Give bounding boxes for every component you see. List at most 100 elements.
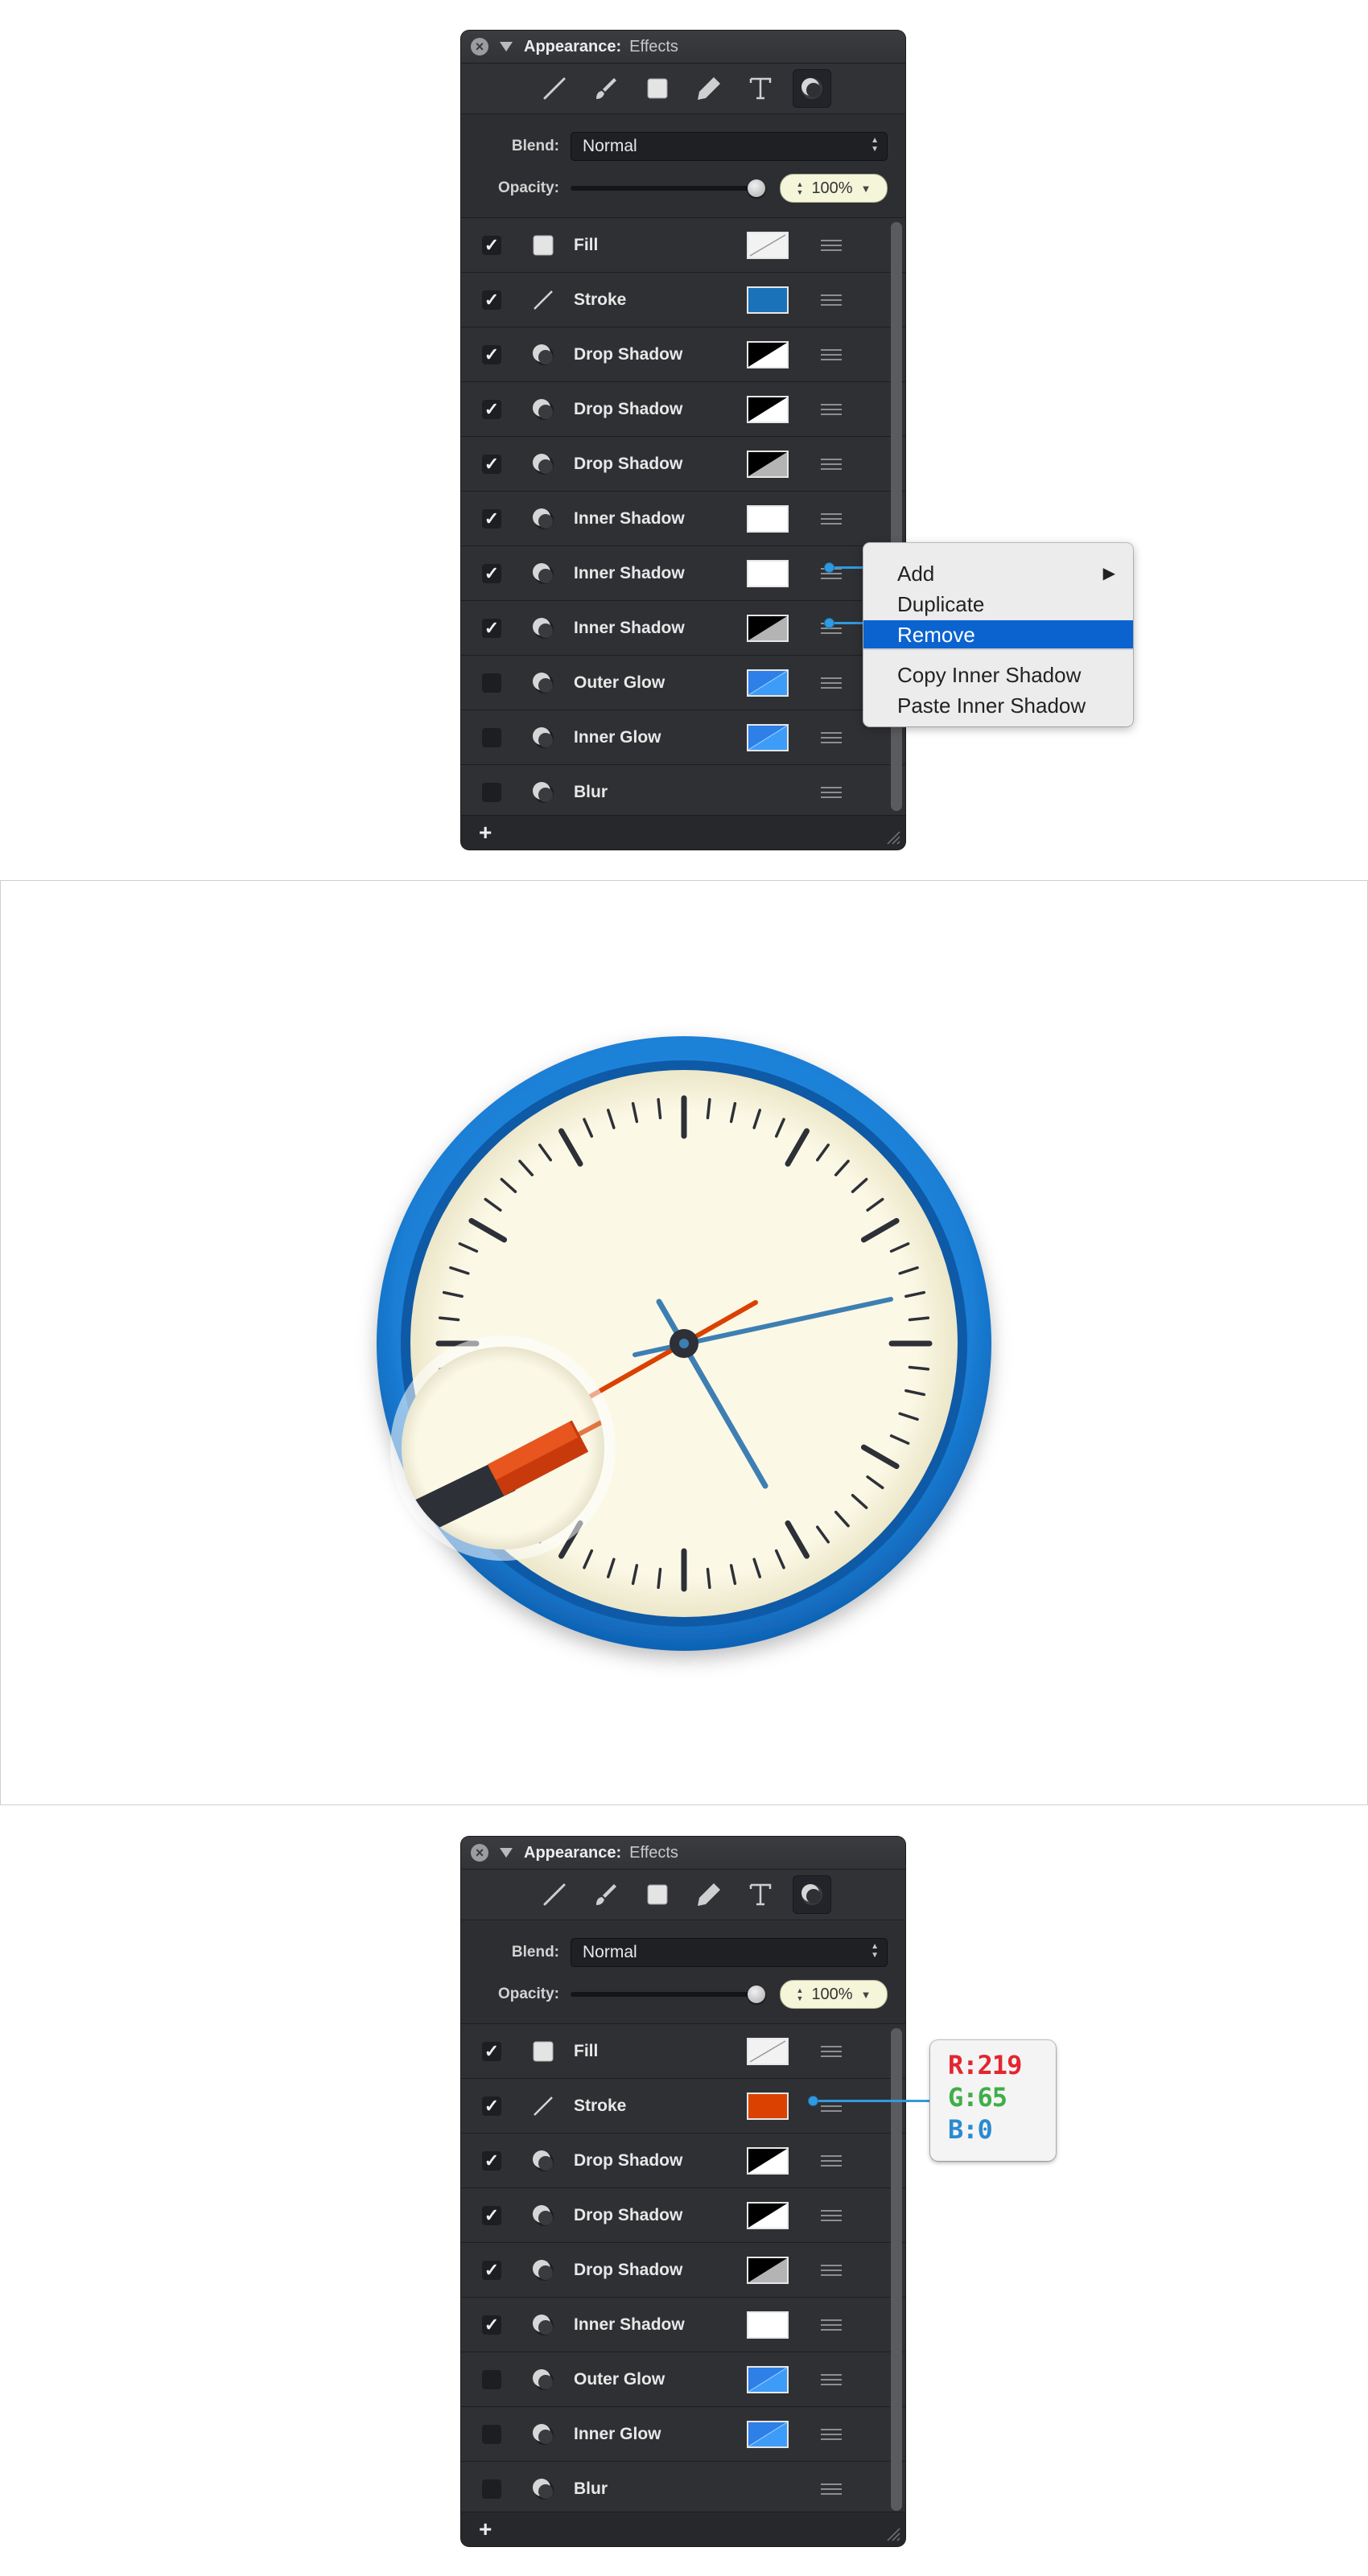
effect-row[interactable]: ✓ Drop Shadow: [461, 2187, 905, 2242]
menu-item-duplicate[interactable]: Duplicate: [863, 590, 1133, 619]
checkbox-checked[interactable]: ✓: [482, 2315, 501, 2335]
chevron-down-icon[interactable]: ▼: [861, 183, 871, 195]
menu-item-remove[interactable]: Remove: [863, 620, 1133, 649]
close-icon[interactable]: ×: [471, 38, 488, 56]
color-swatch[interactable]: [747, 2092, 789, 2120]
effect-row[interactable]: ✓ Stroke: [461, 272, 905, 327]
color-swatch[interactable]: [747, 2146, 789, 2175]
checkbox-checked[interactable]: ✓: [482, 563, 501, 583]
stroke-line-icon[interactable]: [535, 69, 574, 108]
checkbox-unchecked[interactable]: [482, 782, 501, 802]
brush-icon[interactable]: [587, 1875, 625, 1914]
color-swatch[interactable]: [747, 286, 789, 314]
checkbox-checked[interactable]: ✓: [482, 508, 501, 529]
color-swatch[interactable]: [747, 504, 789, 533]
opacity-stepper[interactable]: ▲ ▼ 100% ▼: [780, 174, 888, 203]
drag-handle-icon[interactable]: [821, 348, 842, 360]
effect-row[interactable]: ✓ Stroke: [461, 2078, 905, 2133]
checkbox-checked[interactable]: ✓: [482, 2205, 501, 2225]
chevron-down-icon[interactable]: ▼: [861, 1989, 871, 2001]
checkbox-checked[interactable]: ✓: [482, 2096, 501, 2116]
color-swatch[interactable]: [747, 395, 789, 423]
opacity-slider-knob[interactable]: [748, 1985, 765, 2003]
stepper-arrows-icon[interactable]: ▲ ▼: [797, 1986, 804, 2002]
resize-handle-icon[interactable]: [884, 2525, 900, 2541]
close-icon[interactable]: ×: [471, 1844, 488, 1862]
drag-handle-icon[interactable]: [821, 2373, 842, 2385]
checkbox-unchecked[interactable]: [482, 2479, 501, 2499]
drag-handle-icon[interactable]: [821, 512, 842, 525]
square-fill-icon[interactable]: [638, 69, 677, 108]
stroke-line-icon[interactable]: [535, 1875, 574, 1914]
checkbox-checked[interactable]: ✓: [482, 344, 501, 364]
text-icon[interactable]: [741, 1875, 780, 1914]
effect-row[interactable]: ✓ Inner Shadow: [461, 491, 905, 545]
drag-handle-icon[interactable]: [821, 786, 842, 798]
effect-row[interactable]: Inner Glow: [461, 710, 905, 764]
drag-handle-icon[interactable]: [821, 239, 842, 251]
resize-handle-icon[interactable]: [884, 829, 900, 845]
color-swatch[interactable]: [747, 723, 789, 751]
effect-row[interactable]: ✓ Inner Shadow: [461, 545, 905, 600]
drag-handle-icon[interactable]: [821, 677, 842, 689]
effect-row[interactable]: ✓ Drop Shadow: [461, 327, 905, 381]
drag-handle-icon[interactable]: [821, 403, 842, 415]
drag-handle-icon[interactable]: [821, 2483, 842, 2495]
color-swatch[interactable]: [747, 614, 789, 642]
checkbox-checked[interactable]: ✓: [482, 399, 501, 419]
opacity-slider[interactable]: [571, 175, 765, 202]
effect-row[interactable]: Inner Glow: [461, 2406, 905, 2461]
blend-select[interactable]: Normal ▲ ▼: [571, 1938, 888, 1967]
color-swatch[interactable]: [747, 2365, 789, 2393]
opacity-slider-knob[interactable]: [748, 179, 765, 197]
checkbox-unchecked[interactable]: [482, 673, 501, 693]
drag-handle-icon[interactable]: [821, 2045, 842, 2057]
disclosure-triangle-icon[interactable]: [500, 42, 513, 51]
square-fill-icon[interactable]: [638, 1875, 677, 1914]
opacity-slider[interactable]: [571, 1981, 765, 2008]
opacity-stepper[interactable]: ▲ ▼ 100% ▼: [780, 1980, 888, 2009]
color-swatch[interactable]: [747, 2037, 789, 2065]
effect-row[interactable]: ✓ Drop Shadow: [461, 2133, 905, 2187]
add-effect-button[interactable]: +: [479, 820, 492, 846]
brush-icon[interactable]: [587, 69, 625, 108]
drag-handle-icon[interactable]: [821, 458, 842, 470]
effect-row[interactable]: ✓ Fill: [461, 217, 905, 272]
effect-row[interactable]: Outer Glow: [461, 2352, 905, 2406]
effect-row[interactable]: ✓ Inner Shadow: [461, 600, 905, 655]
drag-handle-icon[interactable]: [821, 2209, 842, 2221]
color-swatch[interactable]: [747, 340, 789, 368]
checkbox-unchecked[interactable]: [482, 2424, 501, 2444]
checkbox-checked[interactable]: ✓: [482, 290, 501, 310]
stepper-arrows-icon[interactable]: ▲ ▼: [797, 180, 804, 196]
color-swatch[interactable]: [747, 2256, 789, 2284]
menu-item-add[interactable]: Add ▶: [863, 559, 1133, 588]
checkbox-checked[interactable]: ✓: [482, 235, 501, 255]
drag-handle-icon[interactable]: [821, 2319, 842, 2331]
effects-icon[interactable]: [793, 1875, 831, 1914]
drag-handle-icon[interactable]: [821, 2264, 842, 2276]
text-icon[interactable]: [741, 69, 780, 108]
color-swatch[interactable]: [747, 669, 789, 697]
checkbox-unchecked[interactable]: [482, 2369, 501, 2389]
drag-handle-icon[interactable]: [821, 2154, 842, 2167]
effects-icon[interactable]: [793, 69, 831, 108]
effect-row[interactable]: ✓ Inner Shadow: [461, 2297, 905, 2352]
color-swatch[interactable]: [747, 2420, 789, 2448]
drag-handle-icon[interactable]: [821, 731, 842, 743]
color-swatch[interactable]: [747, 2201, 789, 2229]
checkbox-checked[interactable]: ✓: [482, 618, 501, 638]
checkbox-checked[interactable]: ✓: [482, 2260, 501, 2280]
checkbox-unchecked[interactable]: [482, 727, 501, 747]
menu-item-paste-inner-shadow[interactable]: Paste Inner Shadow: [863, 691, 1133, 720]
drag-handle-icon[interactable]: [821, 2428, 842, 2440]
effect-row[interactable]: ✓ Drop Shadow: [461, 381, 905, 436]
checkbox-checked[interactable]: ✓: [482, 2150, 501, 2171]
pencil-icon[interactable]: [690, 69, 728, 108]
add-effect-button[interactable]: +: [479, 2516, 492, 2542]
effect-row[interactable]: ✓ Drop Shadow: [461, 2242, 905, 2297]
color-swatch[interactable]: [747, 231, 789, 259]
pencil-icon[interactable]: [690, 1875, 728, 1914]
checkbox-checked[interactable]: ✓: [482, 2041, 501, 2061]
effect-row[interactable]: Blur: [461, 764, 905, 819]
